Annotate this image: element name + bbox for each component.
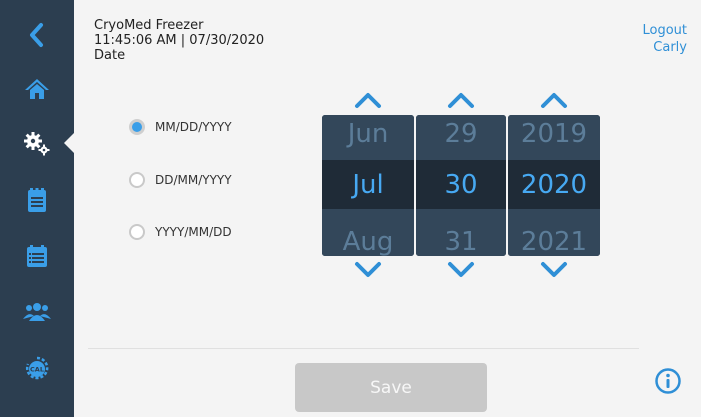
day-next[interactable]: 31 <box>416 227 506 256</box>
radio-selected-icon[interactable] <box>129 119 145 135</box>
page-title: Date <box>94 48 126 63</box>
nav-log[interactable] <box>0 175 74 225</box>
format-option-mmddyyyy[interactable]: MM/DD/YYYY <box>129 119 232 135</box>
year-next[interactable]: 2021 <box>508 227 600 256</box>
header: CryoMed Freezer 11:45:06 AM | 07/30/2020… <box>94 18 264 63</box>
active-indicator <box>64 133 74 153</box>
nav-home[interactable] <box>0 64 74 114</box>
nav-settings[interactable] <box>0 118 74 168</box>
format-option-ddmmyyyy[interactable]: DD/MM/YYYY <box>129 172 232 188</box>
divider <box>88 348 639 349</box>
current-datetime: 11:45:06 AM | 07/30/2020 <box>94 33 265 48</box>
save-button[interactable]: Save <box>295 363 487 412</box>
month-picker[interactable]: Jun Jul Aug <box>322 115 414 256</box>
nav-calendar[interactable] <box>0 231 74 281</box>
users-icon <box>23 303 51 321</box>
year-current[interactable]: 2020 <box>508 170 600 200</box>
logout-link[interactable]: Logout Carly <box>642 22 687 56</box>
nav-users[interactable] <box>0 287 74 337</box>
day-down-arrow[interactable] <box>446 260 476 280</box>
calibration-icon-text: CAL <box>30 366 44 374</box>
day-current[interactable]: 30 <box>416 170 506 200</box>
format-option-label: DD/MM/YYYY <box>155 173 232 187</box>
format-option-label: MM/DD/YYYY <box>155 120 232 134</box>
nav-calibration[interactable]: CAL <box>0 343 74 393</box>
radio-unselected-icon[interactable] <box>129 172 145 188</box>
month-up-arrow[interactable] <box>353 90 383 110</box>
month-next[interactable]: Aug <box>322 227 414 256</box>
month-prev[interactable]: Jun <box>322 119 414 149</box>
day-up-arrow[interactable] <box>446 90 476 110</box>
calendar-list-icon <box>27 245 47 267</box>
back-icon <box>30 23 43 47</box>
app-name: CryoMed Freezer <box>94 18 204 33</box>
calibration-icon: CAL <box>25 356 49 380</box>
user-name: Carly <box>653 40 687 55</box>
year-down-arrow[interactable] <box>539 260 569 280</box>
clipboard-icon <box>28 188 46 212</box>
year-prev[interactable]: 2019 <box>508 119 600 149</box>
day-picker[interactable]: 29 30 31 <box>416 115 506 256</box>
month-current[interactable]: Jul <box>322 170 414 200</box>
back-button[interactable] <box>0 10 74 60</box>
radio-unselected-icon[interactable] <box>129 224 145 240</box>
format-option-yyyymmdd[interactable]: YYYY/MM/DD <box>129 224 232 240</box>
month-down-arrow[interactable] <box>353 260 383 280</box>
home-icon <box>25 79 49 99</box>
format-option-label: YYYY/MM/DD <box>155 225 232 239</box>
logout-label: Logout <box>642 23 687 38</box>
sidebar: CAL <box>0 0 74 417</box>
info-icon[interactable] <box>654 367 682 395</box>
year-up-arrow[interactable] <box>539 90 569 110</box>
settings-icon <box>24 132 50 156</box>
day-prev[interactable]: 29 <box>416 119 506 149</box>
year-picker[interactable]: 2019 2020 2021 <box>508 115 600 256</box>
